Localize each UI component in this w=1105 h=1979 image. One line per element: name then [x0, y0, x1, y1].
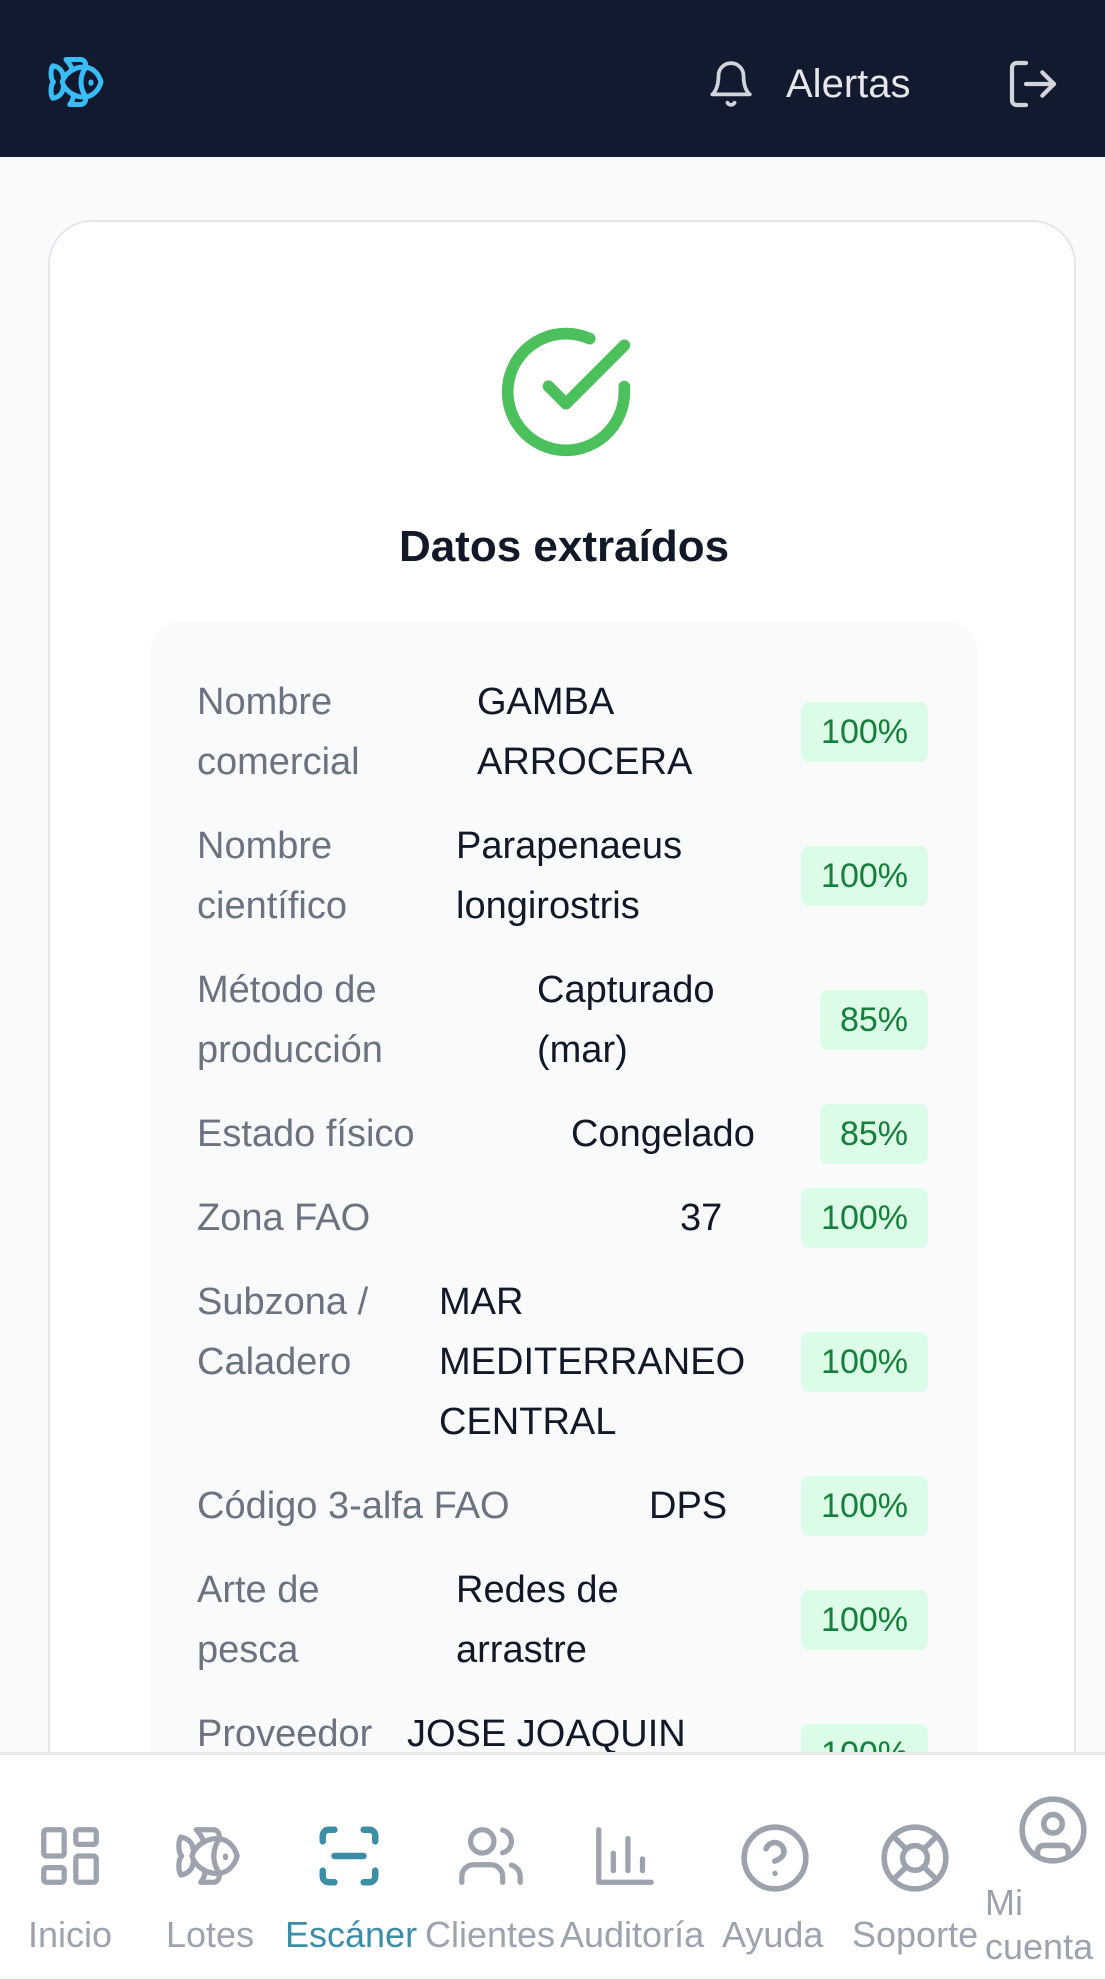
field-value: MAR MEDITERRANEO CENTRAL — [439, 1281, 746, 1443]
nav-label: Ayuda — [722, 1914, 824, 1955]
confidence-badge: 100% — [801, 1332, 928, 1392]
field-label: Nombre científico — [197, 825, 347, 927]
field-value: Parapenaeus longirostris — [456, 825, 683, 927]
nav-item-clientes[interactable]: Clientes — [420, 1755, 560, 1979]
extracted-data-card: Datos extraídos Nombre comercial GAMBA A… — [48, 220, 1076, 1820]
field-row-scientific-name: Nombre científico Parapenaeus longirostr… — [150, 816, 978, 936]
field-label: Nombre comercial — [197, 681, 360, 783]
confidence-badge: 85% — [819, 990, 928, 1050]
nav-label: Clientes — [425, 1914, 556, 1955]
field-value: Redes de arrastre — [456, 1569, 619, 1671]
field-label: Zona FAO — [197, 1197, 371, 1239]
bell-icon — [710, 61, 752, 107]
dashboard-icon — [41, 1827, 99, 1885]
card-title: Datos extraídos — [398, 522, 730, 571]
field-value: 37 — [680, 1197, 723, 1239]
field-row-fao-zone: Zona FAO 37 100% — [150, 1188, 978, 1248]
nav-item-auditoria[interactable]: Auditoría — [560, 1755, 704, 1979]
nav-item-inicio[interactable]: Inicio — [0, 1755, 140, 1979]
confidence-badge: 100% — [801, 702, 928, 762]
confidence-badge: 100% — [801, 1590, 928, 1650]
confidence-badge: 100% — [801, 1476, 928, 1536]
lifebuoy-icon — [881, 1824, 949, 1892]
nav-item-ayuda[interactable]: Ayuda — [700, 1755, 840, 1979]
field-label: Estado físico — [197, 1113, 415, 1155]
nav-label: Escáner — [285, 1914, 418, 1955]
check-circle-icon — [501, 327, 631, 457]
top-bar: Alertas — [0, 0, 1105, 157]
nav-label: Lotes — [166, 1914, 255, 1955]
fields-list: Nombre comercial GAMBA ARROCERA 100% Nom… — [150, 622, 978, 1818]
nav-item-soporte[interactable]: Soporte — [840, 1755, 980, 1979]
field-row-fao-code: Código 3-alfa FAO DPS 100% — [150, 1476, 978, 1536]
scan-icon — [319, 1826, 379, 1886]
field-row-production-method: Método de producción Capturado (mar) 85% — [150, 960, 978, 1080]
field-row-subzone: Subzona / Caladero MAR MEDITERRANEO CENT… — [150, 1272, 978, 1452]
nav-item-mi-cuenta[interactable]: Mi cuenta — [980, 1755, 1105, 1979]
field-row-commercial-name: Nombre comercial GAMBA ARROCERA 100% — [150, 672, 978, 792]
logout-icon[interactable] — [1005, 56, 1061, 112]
confidence-badge: 100% — [801, 846, 928, 906]
field-row-physical-state: Estado físico Congelado 85% — [150, 1104, 978, 1164]
alerts-button[interactable]: Alertas — [706, 54, 911, 114]
help-circle-icon — [741, 1824, 809, 1892]
field-label: Subzona / Caladero — [197, 1281, 369, 1383]
nav-label: Auditoría — [560, 1914, 705, 1955]
nav-label: Soporte — [852, 1914, 979, 1955]
nav-label: Mi cuenta — [985, 1882, 1094, 1967]
field-label: Arte de pesca — [197, 1569, 320, 1671]
field-value: DPS — [649, 1485, 728, 1527]
alerts-label: Alertas — [786, 61, 911, 106]
field-row-fishing-gear: Arte de pesca Redes de arrastre 100% — [150, 1560, 978, 1680]
bar-chart-icon — [596, 1827, 654, 1885]
confidence-badge: 85% — [819, 1104, 928, 1164]
field-value: Capturado (mar) — [537, 969, 715, 1071]
field-value: Congelado — [571, 1113, 755, 1155]
fish-logo-icon[interactable] — [46, 52, 106, 112]
fish-icon — [176, 1827, 240, 1885]
users-icon — [459, 1827, 523, 1885]
field-label: Método de producción — [197, 969, 383, 1071]
confidence-badge: 100% — [801, 1188, 928, 1248]
nav-item-escaner[interactable]: Escáner — [280, 1755, 420, 1979]
nav-label: Inicio — [28, 1914, 113, 1955]
field-value: GAMBA ARROCERA — [477, 681, 693, 783]
user-circle-icon — [1019, 1796, 1087, 1864]
field-label: Código 3-alfa FAO — [197, 1485, 510, 1527]
nav-item-lotes[interactable]: Lotes — [140, 1755, 280, 1979]
bottom-navigation: Inicio Lotes Escáner Clientes Auditoría … — [0, 1752, 1105, 1976]
